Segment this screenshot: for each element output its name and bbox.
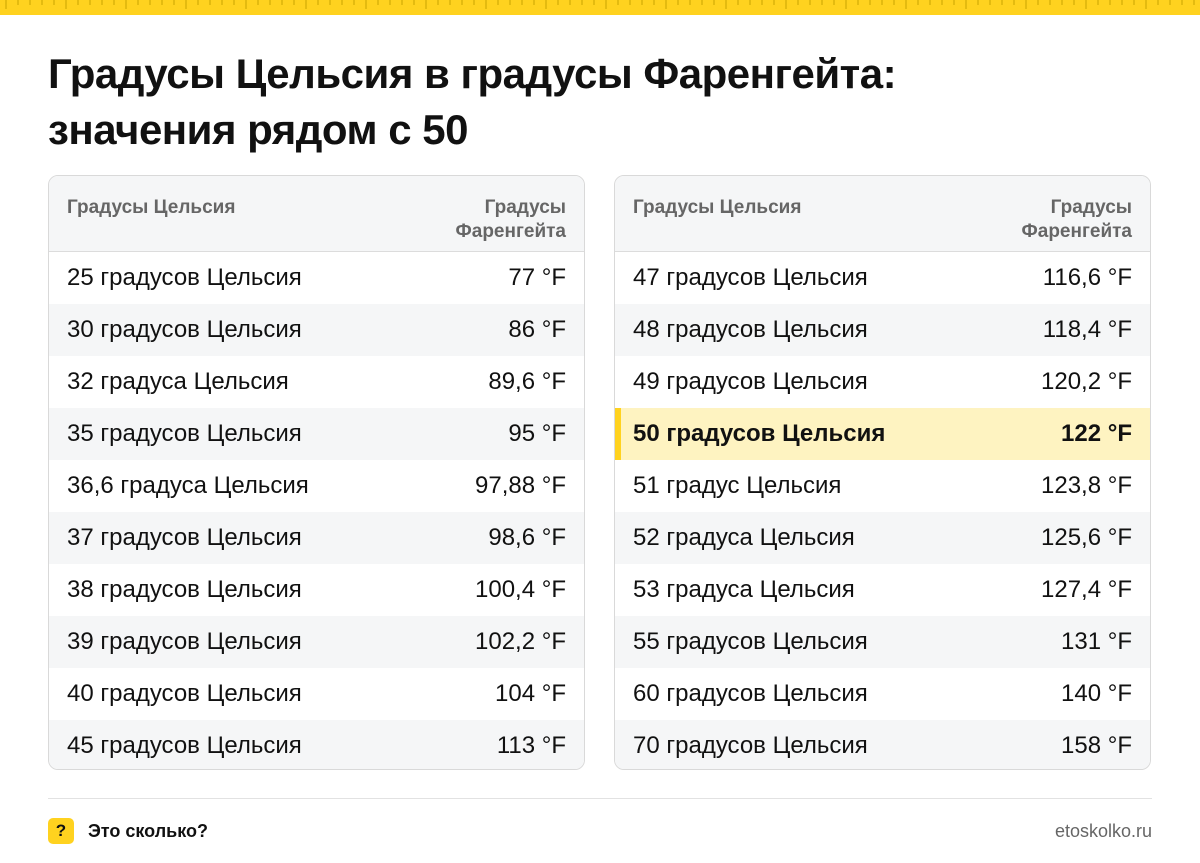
celsius-cell: 39 градусов Цельсия	[67, 628, 302, 655]
fahrenheit-cell: 102,2 °F	[475, 628, 566, 655]
table-body: 47 градусов Цельсия 116,6 °F 48 градусов Ц…	[615, 252, 1150, 769]
fahrenheit-cell: 97,88 °F	[475, 472, 566, 499]
celsius-cell: 25 градусов Цельсия	[67, 264, 302, 291]
fahrenheit-cell: 118,4 °F	[1042, 316, 1132, 343]
table-row-highlighted: 50 градусов Цельсия 122 °F	[615, 408, 1150, 460]
table-row: 70 градусов Цельсия 158 °F	[615, 720, 1150, 769]
celsius-cell: 40 градусов Цельсия	[67, 680, 302, 707]
page-title-line-1: Градусы Цельсия в градусы Фаренгейта:	[48, 50, 897, 97]
fahrenheit-cell: 100,4 °F	[475, 576, 566, 603]
fahrenheit-cell: 98,6 °F	[488, 524, 566, 551]
celsius-cell: 51 градус Цельсия	[633, 472, 842, 499]
conversion-table-right: Градусы Цельсия Градусы Фаренгейта 47 гр…	[614, 175, 1151, 770]
table-row: 49 градусов Цельсия 120,2 °F	[615, 356, 1150, 408]
celsius-cell: 50 градусов Цельсия	[633, 420, 886, 447]
fahrenheit-cell: 140 °F	[1061, 680, 1132, 707]
celsius-cell: 53 градуса Цельсия	[633, 576, 855, 603]
header-fahrenheit: Градусы Фаренгейта	[406, 196, 566, 244]
table-row: 53 градуса Цельсия 127,4 °F	[615, 564, 1150, 616]
header-celsius: Градусы Цельсия	[633, 197, 802, 218]
table-row: 40 градусов Цельсия 104 °F	[49, 668, 584, 720]
header-fahrenheit-line-1: Градусы	[484, 197, 566, 218]
celsius-cell: 30 градусов Цельсия	[67, 316, 302, 343]
table-row: 47 градусов Цельсия 116,6 °F	[615, 252, 1150, 304]
header-fahrenheit: Градусы Фаренгейта	[972, 196, 1132, 244]
celsius-cell: 38 градусов Цельсия	[67, 576, 302, 603]
table-header: Градусы Цельсия Градусы Фаренгейта	[49, 176, 584, 252]
fahrenheit-cell: 95 °F	[508, 420, 566, 447]
page-title-line-2: значения рядом с 50	[48, 106, 469, 153]
table-row: 60 градусов Цельсия 140 °F	[615, 668, 1150, 720]
celsius-cell: 37 градусов Цельсия	[67, 524, 302, 551]
table-row: 30 градусов Цельсия 86 °F	[49, 304, 584, 356]
fahrenheit-cell: 123,8 °F	[1041, 472, 1132, 499]
brand-name: Это сколько?	[88, 821, 208, 841]
fahrenheit-cell: 86 °F	[508, 316, 566, 343]
header-fahrenheit-line-1: Градусы	[1050, 197, 1132, 218]
conversion-table-left: Градусы Цельсия Градусы Фаренгейта 25 гр…	[48, 175, 585, 770]
celsius-cell: 52 градуса Цельсия	[633, 524, 855, 551]
table-row: 32 градуса Цельсия 89,6 °F	[49, 356, 584, 408]
question-badge-icon: ?	[48, 818, 74, 844]
celsius-cell: 55 градусов Цельсия	[633, 628, 868, 655]
fahrenheit-cell: 127,4 °F	[1041, 576, 1132, 603]
table-row: 38 градусов Цельсия 100,4 °F	[49, 564, 584, 616]
celsius-cell: 48 градусов Цельсия	[633, 316, 868, 343]
table-row: 52 градуса Цельсия 125,6 °F	[615, 512, 1150, 564]
celsius-cell: 60 градусов Цельсия	[633, 680, 868, 707]
header-fahrenheit-line-2: Фаренгейта	[1021, 221, 1132, 242]
celsius-cell: 70 градусов Цельсия	[633, 732, 868, 759]
table-row: 37 градусов Цельсия 98,6 °F	[49, 512, 584, 564]
table-row: 48 градусов Цельсия 118,4 °F	[615, 304, 1150, 356]
table-body: 25 градусов Цельсия 77 °F 30 градусов Цель…	[49, 252, 584, 769]
fahrenheit-cell: 104 °F	[495, 680, 566, 707]
site-link[interactable]: etoskolko.ru	[1055, 820, 1152, 842]
celsius-cell: 32 градуса Цельсия	[67, 368, 289, 395]
table-row: 45 градусов Цельсия 113 °F	[49, 720, 584, 769]
celsius-cell: 45 градусов Цельсия	[67, 732, 302, 759]
table-row: 51 градус Цельсия 123,8 °F	[615, 460, 1150, 512]
table-header: Градусы Цельсия Градусы Фаренгейта	[615, 176, 1150, 252]
fahrenheit-cell: 131 °F	[1061, 628, 1132, 655]
fahrenheit-cell: 77 °F	[508, 264, 566, 291]
header-fahrenheit-line-2: Фаренгейта	[455, 221, 566, 242]
footer-divider	[48, 798, 1152, 799]
page-title: Градусы Цельсия в градусы Фаренгейта: зн…	[48, 46, 897, 158]
celsius-cell: 47 градусов Цельсия	[633, 264, 868, 291]
table-row: 35 градусов Цельсия 95 °F	[49, 408, 584, 460]
fahrenheit-cell: 122 °F	[1061, 420, 1132, 447]
celsius-cell: 49 градусов Цельсия	[633, 368, 868, 395]
table-row: 25 градусов Цельсия 77 °F	[49, 252, 584, 304]
celsius-cell: 36,6 градуса Цельсия	[67, 472, 309, 499]
fahrenheit-cell: 116,6 °F	[1042, 264, 1132, 291]
table-row: 55 градусов Цельсия 131 °F	[615, 616, 1150, 668]
fahrenheit-cell: 113 °F	[496, 732, 566, 759]
ruler-ticks	[5, 0, 1195, 9]
fahrenheit-cell: 158 °F	[1061, 732, 1132, 759]
fahrenheit-cell: 120,2 °F	[1041, 368, 1132, 395]
ruler-strip	[0, 0, 1200, 15]
table-row: 39 градусов Цельсия 102,2 °F	[49, 616, 584, 668]
fahrenheit-cell: 125,6 °F	[1041, 524, 1132, 551]
header-celsius: Градусы Цельсия	[67, 197, 236, 218]
fahrenheit-cell: 89,6 °F	[488, 368, 566, 395]
table-row: 36,6 градуса Цельсия 97,88 °F	[49, 460, 584, 512]
celsius-cell: 35 градусов Цельсия	[67, 420, 302, 447]
